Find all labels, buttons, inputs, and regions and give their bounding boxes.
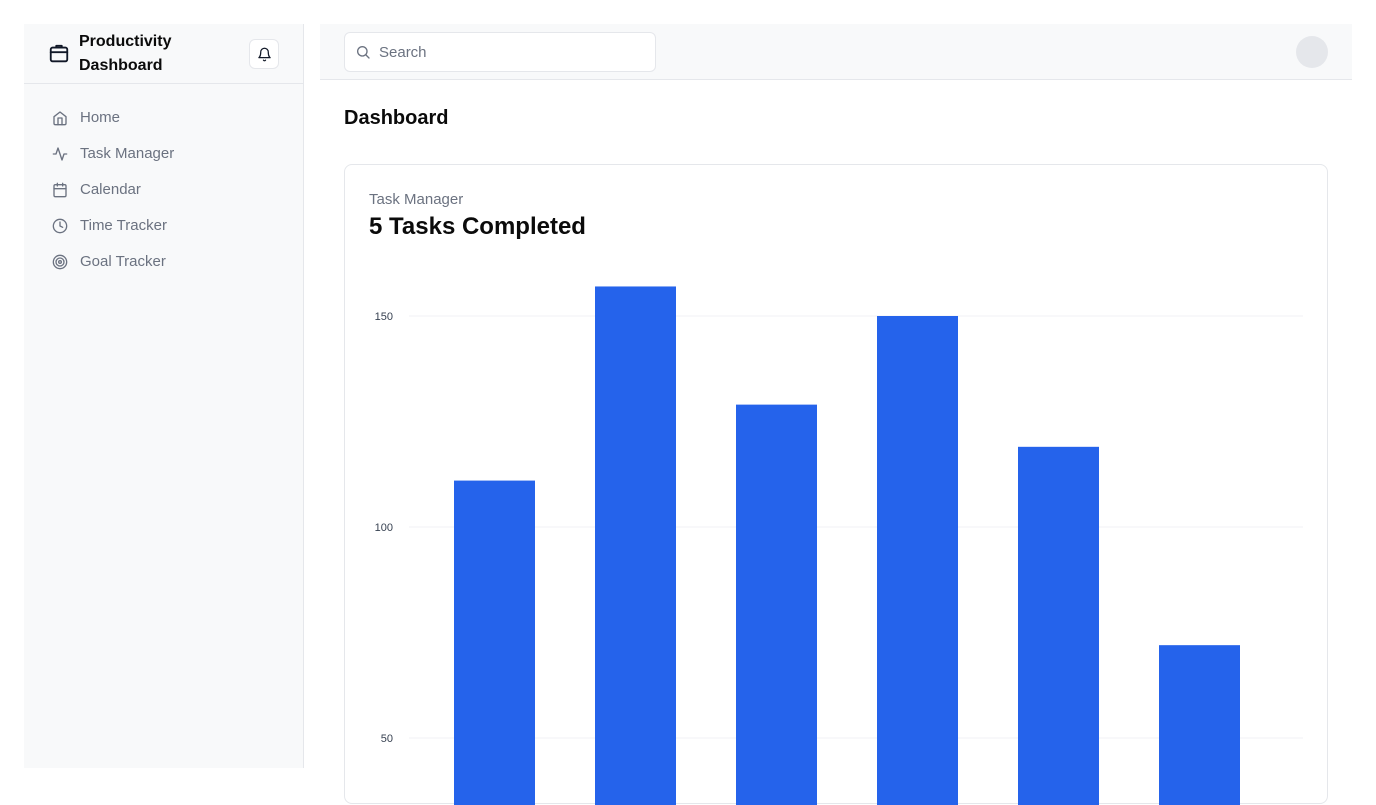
app-frame: Productivity Dashboard Home Task Manager…	[24, 24, 1352, 805]
home-icon	[52, 110, 68, 126]
activity-icon	[52, 146, 68, 162]
clock-icon	[52, 218, 68, 234]
package-icon	[48, 43, 70, 65]
sidebar-item-label: Task Manager	[80, 145, 175, 162]
chart-bar[interactable]	[736, 404, 817, 805]
page-title: Dashboard	[344, 107, 449, 129]
sidebar-item-label: Calendar	[80, 181, 141, 198]
chart-bar[interactable]	[1018, 446, 1099, 805]
chart-bar[interactable]	[877, 316, 958, 805]
search-input[interactable]	[379, 43, 649, 61]
sidebar-item-task-manager[interactable]: Task Manager	[40, 136, 287, 172]
y-tick-label: 150	[375, 311, 393, 323]
brand-title: Productivity Dashboard	[79, 32, 172, 74]
sidebar-item-time-tracker[interactable]: Time Tracker	[40, 208, 287, 244]
sidebar-item-home[interactable]: Home	[40, 100, 287, 136]
sidebar: Productivity Dashboard Home Task Manager…	[24, 24, 304, 768]
search-icon	[355, 44, 371, 60]
chart-bar[interactable]	[595, 286, 676, 805]
sidebar-item-label: Time Tracker	[80, 217, 167, 234]
sidebar-item-goal-tracker[interactable]: Goal Tracker	[40, 244, 287, 280]
sidebar-item-calendar[interactable]: Calendar	[40, 172, 287, 208]
y-tick-label: 100	[375, 522, 393, 534]
topbar	[320, 24, 1352, 80]
notifications-button[interactable]	[249, 39, 279, 69]
task-manager-card: Task Manager 5 Tasks Completed 50 100 150	[344, 164, 1328, 805]
y-tick-label: 50	[381, 733, 393, 745]
avatar[interactable]	[1296, 36, 1328, 68]
calendar-icon	[52, 182, 68, 198]
search-box[interactable]	[344, 32, 656, 72]
chart-bar[interactable]	[454, 480, 535, 805]
bar-chart: 50 100 150	[375, 286, 1303, 805]
sidebar-nav: Home Task Manager Calendar Time Tracker …	[24, 84, 303, 280]
sidebar-item-label: Goal Tracker	[80, 253, 166, 270]
target-icon	[52, 254, 68, 270]
sidebar-item-label: Home	[80, 109, 121, 126]
chart-bar[interactable]	[1159, 645, 1240, 805]
bell-icon	[257, 47, 272, 62]
